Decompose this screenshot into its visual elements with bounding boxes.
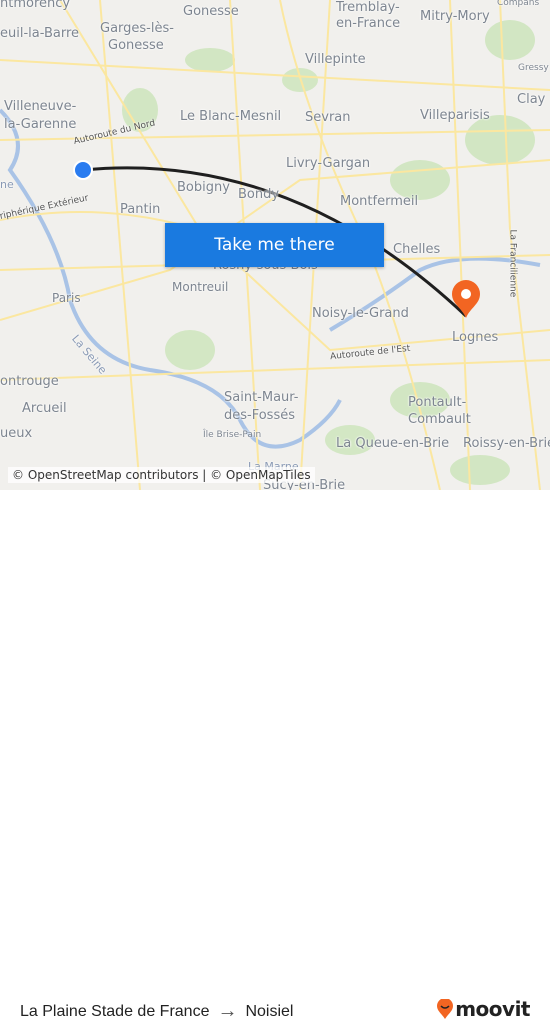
destination-pin-icon[interactable] [452, 280, 480, 318]
moovit-logo[interactable]: moovit [437, 997, 530, 1021]
place-label: Lognes [452, 330, 499, 345]
place-label: Chelles [393, 242, 441, 257]
place-label: Le Blanc-Mesnil [180, 109, 282, 124]
place-label: Bondy [238, 187, 280, 202]
place-label: ntmorency [0, 0, 71, 11]
place-label: Paris [52, 291, 81, 305]
take-me-there-button[interactable]: Take me there [165, 223, 384, 267]
moovit-wordmark: moovit [455, 997, 530, 1021]
place-label: Gressy [518, 63, 549, 73]
place-label: Saint-Maur- [224, 390, 299, 405]
place-label: Bobigny [177, 180, 230, 195]
place-label: Livry-Gargan [286, 156, 371, 171]
place-label: Combault [408, 412, 471, 427]
water-label: ne [0, 178, 14, 191]
place-label: des-Fossés [224, 408, 295, 423]
place-label: Sevran [305, 110, 351, 125]
place-label: Gonesse [108, 38, 164, 53]
footer: La Plaine Stade de France → Noisiel moov… [0, 490, 550, 1022]
place-label: Montfermeil [340, 194, 419, 209]
road-label: La Francilienne [507, 229, 518, 298]
place-label: La Queue-en-Brie [336, 436, 450, 451]
map[interactable]: ntmorency euil-la-Barre Garges-lès- Gone… [0, 0, 550, 490]
origin-marker[interactable] [73, 160, 93, 180]
place-label: Noisy-le-Grand [312, 306, 409, 321]
place-label: Compans [497, 0, 540, 8]
place-label: en-France [336, 16, 401, 31]
place-label: Arcueil [22, 401, 67, 416]
moovit-pin-icon [437, 999, 454, 1019]
origin-name: La Plaine Stade de France [20, 1002, 210, 1020]
place-label: la-Garenne [4, 117, 77, 132]
place-label: Clay [517, 92, 546, 107]
place-label: ueux [0, 426, 33, 441]
map-attribution[interactable]: © OpenStreetMap contributors | © OpenMap… [8, 467, 315, 483]
arrow-right-icon: → [217, 1000, 238, 1022]
place-label: Tremblay- [336, 0, 400, 15]
place-label: Mitry-Mory [420, 9, 490, 24]
place-label: Île Brise-Pain [203, 430, 262, 440]
place-label: ontrouge [0, 374, 59, 389]
place-label: Villeparisis [420, 108, 490, 123]
place-label: Villepinte [305, 52, 366, 67]
place-label: euil-la-Barre [0, 26, 80, 41]
place-label: Villeneuve- [4, 99, 77, 114]
place-label: Montreuil [172, 280, 229, 294]
route-summary: La Plaine Stade de France → Noisiel [20, 1000, 293, 1023]
place-label: Roissy-en-Brie [463, 436, 550, 451]
place-label: Pantin [120, 202, 161, 217]
destination-name: Noisiel [245, 1002, 294, 1020]
place-label: Pontault- [408, 395, 467, 410]
place-label: Garges-lès- [100, 21, 174, 36]
place-label: Gonesse [183, 4, 239, 19]
